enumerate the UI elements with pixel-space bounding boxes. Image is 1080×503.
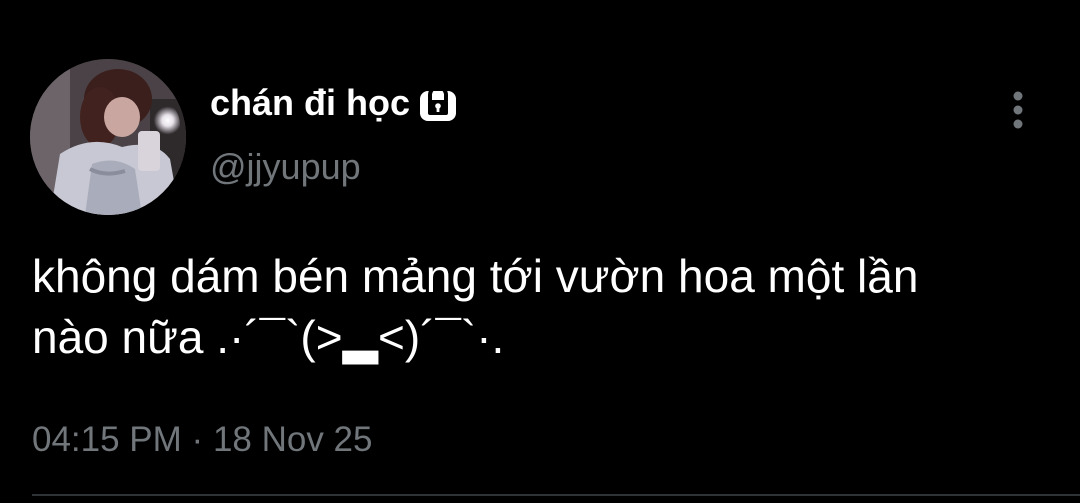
tweet-text-line: không dám bén mảng tới vườn hoa một lần [32,250,919,302]
timestamp[interactable]: 04:15 PM · 18 Nov 25 [32,420,373,460]
divider [32,494,1080,496]
timestamp-separator: · [191,420,204,459]
author-handle[interactable]: @jjyupup [210,146,361,188]
avatar[interactable] [30,59,186,215]
tweet-time[interactable]: 04:15 PM [32,420,182,459]
more-options-button[interactable] [996,86,1040,134]
tweet-text-line: nào nữa .·´¯`(>▂<)´¯`·. [32,311,505,363]
more-vertical-icon [1013,91,1023,129]
profile-photo-icon [30,59,186,215]
lock-icon [418,83,458,123]
tweet-card: chán đi học @jjyupup không dám bén mảng … [0,0,1080,503]
display-name[interactable]: chán đi học [210,82,410,124]
tweet-date[interactable]: 18 Nov 25 [213,420,373,459]
author-name-row[interactable]: chán đi học [210,80,458,126]
tweet-text: không dám bén mảng tới vườn hoa một lần … [32,246,1072,368]
